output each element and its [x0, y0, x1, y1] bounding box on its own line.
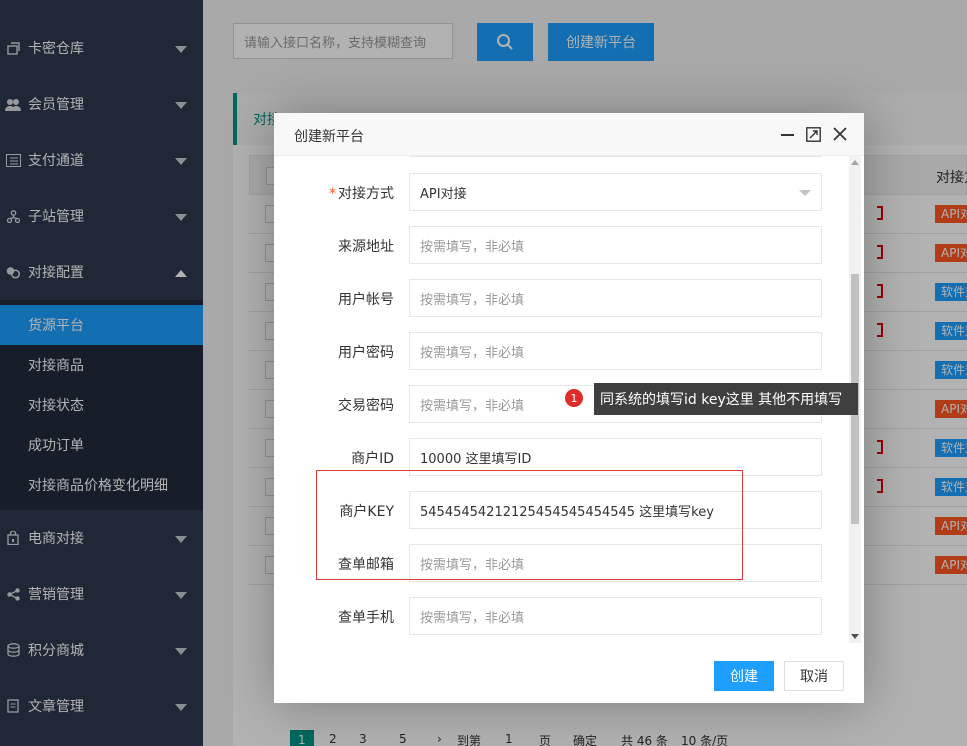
- username-input[interactable]: 按需填写，非必填: [409, 279, 822, 317]
- select-value: API对接: [420, 186, 467, 202]
- scroll-down-icon[interactable]: [851, 634, 859, 639]
- form-row-integration-method: * 对接方式 API对接: [274, 173, 834, 211]
- minimize-icon[interactable]: [781, 134, 794, 136]
- field-label: 用户帐号: [338, 292, 394, 308]
- annotation-badge: 1: [564, 388, 584, 408]
- field-label-text: 对接方式: [338, 186, 394, 202]
- cancel-button[interactable]: 取消: [784, 661, 844, 691]
- required-mark: *: [329, 186, 336, 202]
- password-input[interactable]: 按需填写，非必填: [409, 332, 822, 370]
- field-label: * 对接方式: [294, 183, 394, 203]
- annotation-tooltip: 同系统的填写id key这里 其他不用填写: [594, 383, 858, 415]
- dialog-header: 创建新平台: [274, 113, 864, 156]
- scroll-up-icon[interactable]: [851, 160, 859, 165]
- dialog-title: 创建新平台: [294, 129, 364, 145]
- field-label: 来源地址: [338, 239, 394, 255]
- integration-method-select[interactable]: API对接: [409, 173, 822, 211]
- field-label: 商户ID: [351, 451, 394, 467]
- divider: [409, 156, 822, 157]
- form-row-query-phone: 查单手机 按需填写，非必填: [274, 597, 834, 635]
- chevron-down-icon: [799, 190, 811, 196]
- create-button[interactable]: 创建: [714, 661, 774, 691]
- highlight-box: [316, 470, 743, 580]
- field-label: 用户密码: [338, 345, 394, 361]
- query-phone-input[interactable]: 按需填写，非必填: [409, 597, 822, 635]
- field-label: 查单手机: [338, 610, 394, 626]
- form-row-source-url: 来源地址 按需填写，非必填: [274, 226, 834, 264]
- source-url-input[interactable]: 按需填写，非必填: [409, 226, 822, 264]
- field-label: 交易密码: [338, 398, 394, 414]
- close-icon[interactable]: [831, 125, 849, 143]
- form-row-password: 用户密码 按需填写，非必填: [274, 332, 834, 370]
- maximize-icon[interactable]: [806, 127, 821, 142]
- form-row-username: 用户帐号 按需填写，非必填: [274, 279, 834, 317]
- dialog-footer: 创建 取消: [274, 643, 864, 703]
